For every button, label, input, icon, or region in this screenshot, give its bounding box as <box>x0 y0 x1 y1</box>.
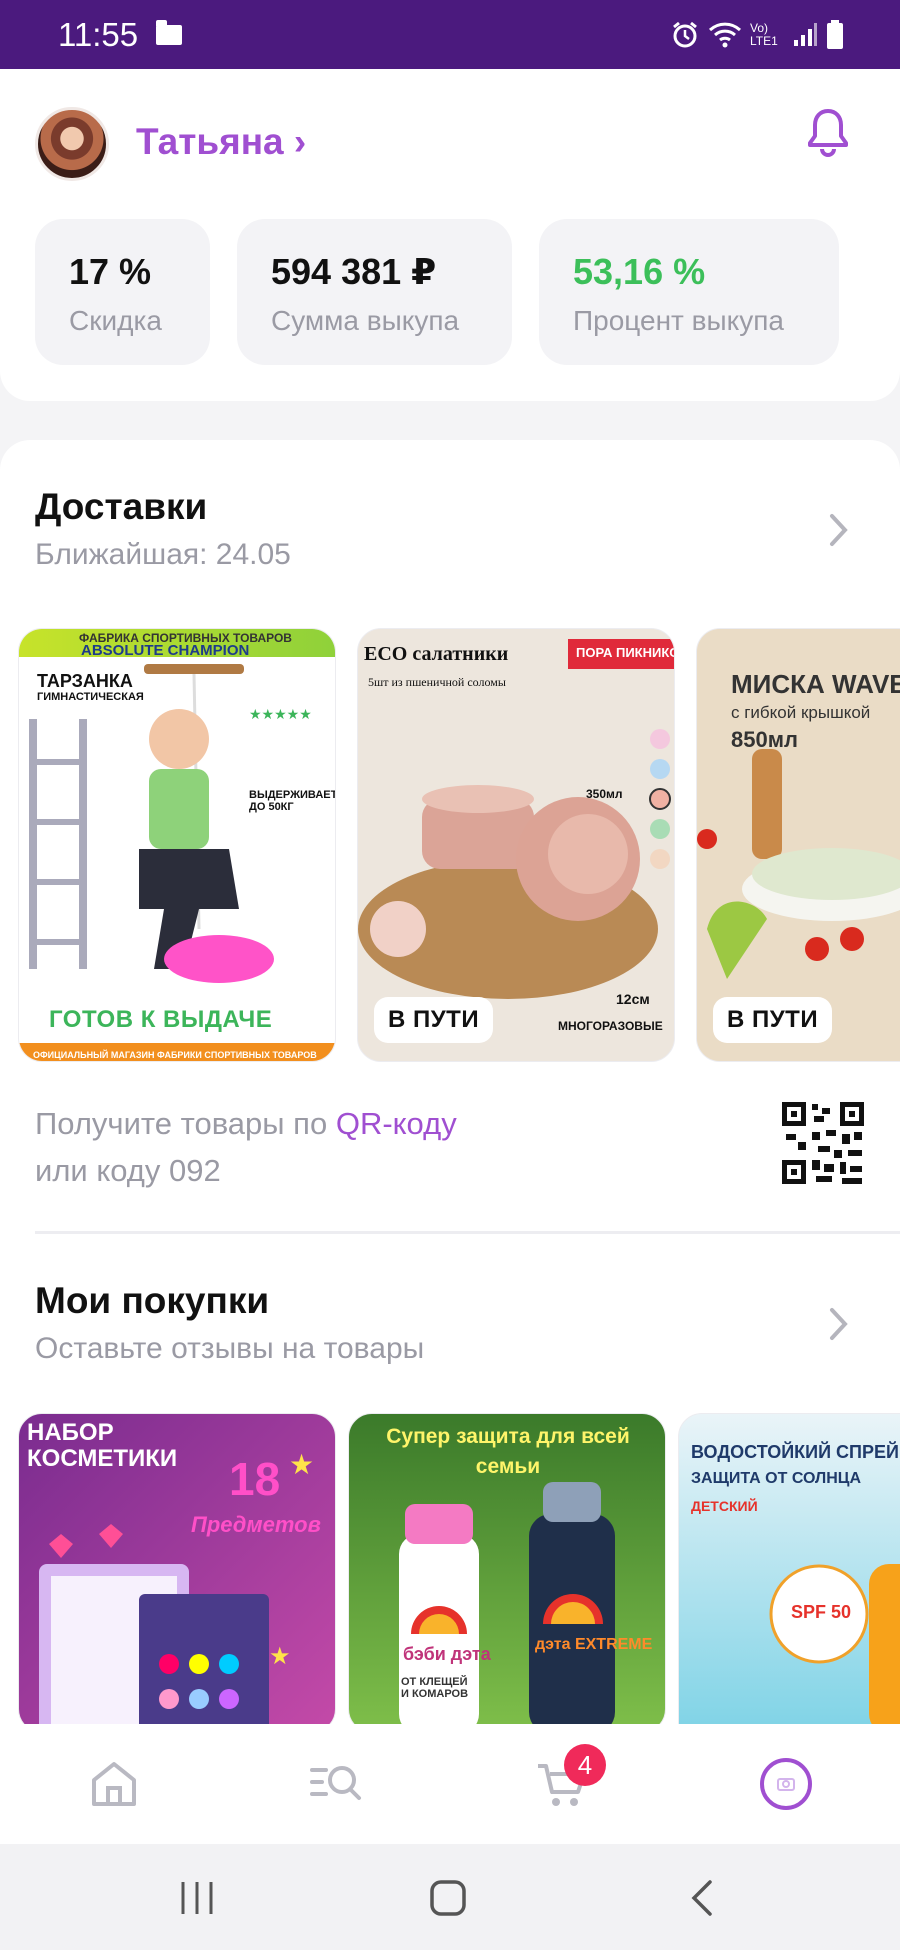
recent-apps-icon[interactable] <box>177 1878 217 1918</box>
product-image: ★★★★★ <box>29 664 312 983</box>
profile-card: Татьяна › 17 % Скидка 594 381 ₽ Сумма вы… <box>0 69 900 401</box>
divider <box>35 1231 900 1234</box>
status-badge: В ПУТИ <box>374 997 494 1043</box>
tile-spf: SPF 50 <box>791 1602 852 1622</box>
avatar[interactable] <box>35 107 109 181</box>
purchases-title: Мои покупки <box>35 1280 270 1321</box>
bottom-nav: 4 <box>0 1724 900 1844</box>
tile-count: 18 <box>229 1453 281 1505</box>
tile-note: 5шт из пшеничной соломы <box>368 675 506 689</box>
stat-purchase-percent: 53,16 % Процент выкупа <box>539 219 839 365</box>
stat-value: 53,16 % <box>573 251 706 292</box>
stat-label: Скидка <box>69 305 162 336</box>
home-button-icon[interactable] <box>428 1878 468 1918</box>
battery-icon <box>827 19 843 49</box>
tile-footer: МНОГОРАЗОВЫЕ <box>558 1019 663 1033</box>
purchase-item[interactable]: ВОДОСТОЙКИЙ СПРЕЙ ЗАЩИТА ОТ СОЛНЦА ДЕТСК… <box>678 1413 900 1724</box>
delivery-item[interactable]: ECO салатники ПОРА ПИКНИКОВ 5шт из пшени… <box>357 628 675 1062</box>
svg-text:★: ★ <box>289 1449 314 1480</box>
status-time: 11:55 <box>58 15 139 53</box>
signal-icon <box>794 22 817 46</box>
tile-brand1: бэби дэта <box>403 1644 491 1664</box>
qr-text-before: Получите товары по <box>35 1106 336 1141</box>
tile-size: 350мл <box>586 787 623 801</box>
profile-nav-icon[interactable] <box>756 1754 816 1814</box>
bell-icon[interactable] <box>806 107 850 157</box>
stat-value: 17 % <box>69 251 152 292</box>
tile-title: НАБОР КОСМЕТИКИ <box>27 1419 178 1472</box>
status-icons: Vo) LTE1 <box>670 19 844 50</box>
stat-discount: 17 % Скидка <box>35 219 210 365</box>
network-label: Vo) LTE1 <box>750 20 778 48</box>
deliveries-title: Доставки <box>35 486 208 527</box>
tile-name: МИСКА WAVE <box>731 669 900 699</box>
svg-text:★: ★ <box>269 1643 291 1670</box>
purchase-item[interactable]: ★ ★ НАБОР КОСМЕТИКИ 18 Предметов <box>18 1413 336 1724</box>
tile-footer: ОФИЦИАЛЬНЫЙ МАГАЗИН ФАБРИКИ СПОРТИВНЫХ Т… <box>33 1050 317 1060</box>
tile-sub: с гибкой крышкой <box>731 703 871 722</box>
status-badge: В ПУТИ <box>713 997 833 1043</box>
folder-icon <box>156 19 183 45</box>
tile-kids: ДЕТСКИЙ <box>691 1498 758 1514</box>
user-name-link[interactable]: Татьяна › <box>136 121 306 163</box>
cart-count-badge: 4 <box>564 1744 606 1786</box>
purchase-item[interactable]: Супер защита для всей семьи бэби дэта дэ… <box>348 1413 666 1724</box>
status-badge: ГОТОВ К ВЫДАЧЕ <box>35 997 287 1043</box>
home-icon[interactable] <box>84 1754 144 1814</box>
catalog-search-icon[interactable] <box>306 1754 366 1814</box>
chevron-right-icon[interactable] <box>828 1306 850 1342</box>
tile-note: ОТ КЛЕЩЕЙ И КОМАРОВ <box>401 1676 469 1700</box>
qr-text-after: или коду 092 <box>35 1153 221 1188</box>
status-bar: 11:55 Vo) LTE1 <box>0 0 900 69</box>
tile-title: Супер защита для всей семьи <box>386 1425 630 1478</box>
tile-title: ВОДОСТОЙКИЙ СПРЕЙ <box>691 1442 899 1462</box>
delivery-item[interactable]: МИСКА WAVE с гибкой крышкой 850мл В ПУТИ <box>696 628 900 1062</box>
svg-text:★★★★★: ★★★★★ <box>249 706 312 722</box>
system-nav-bar <box>0 1844 900 1950</box>
tile-dim: 12см <box>616 991 650 1007</box>
tile-brand2: дэта EXTREME <box>535 1636 653 1653</box>
tile-count-label: Предметов <box>191 1512 321 1537</box>
chevron-right-icon[interactable] <box>828 512 850 548</box>
tile-name: ECO салатники <box>364 643 509 665</box>
deliveries-subtitle: Ближайшая: 24.05 <box>35 538 291 571</box>
purchases-subtitle: Оставьте отзывы на товары <box>35 1332 425 1365</box>
back-icon[interactable] <box>682 1878 722 1918</box>
tile-tag: ПОРА ПИКНИКОВ <box>576 645 674 660</box>
tile-volume: 850мл <box>731 727 798 752</box>
qr-hint: Получите товары по QR-коду или коду 092 <box>35 1100 457 1194</box>
wifi-icon <box>708 22 742 47</box>
tile-brand: ABSOLUTE CHAMPION <box>81 642 250 659</box>
tile-note: ВЫДЕРЖИВАЕТ ДО 50КГ <box>249 789 336 813</box>
qr-code-link[interactable]: QR-коду <box>336 1106 457 1141</box>
alarm-icon <box>673 21 697 47</box>
stat-label: Процент выкупа <box>573 305 784 336</box>
qr-code-icon[interactable] <box>782 1102 864 1184</box>
main-card: Доставки Ближайшая: 24.05 ФАБРИКА СПОРТИ… <box>0 440 900 1724</box>
stat-purchase-sum: 594 381 ₽ Сумма выкупа <box>237 219 512 365</box>
stat-label: Сумма выкупа <box>271 305 460 336</box>
tile-sub: ЗАЩИТА ОТ СОЛНЦА <box>691 1470 862 1487</box>
stat-value: 594 381 ₽ <box>271 251 437 292</box>
delivery-item[interactable]: ФАБРИКА СПОРТИВНЫХ ТОВАРОВ ABSOLUTE CHAM… <box>18 628 336 1062</box>
